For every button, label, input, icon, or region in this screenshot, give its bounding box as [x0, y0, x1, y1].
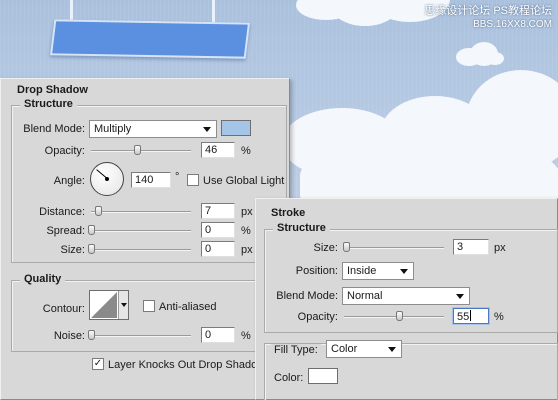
- stroke-opacity-slider-track: [344, 316, 444, 318]
- position-select[interactable]: Inside: [342, 262, 414, 280]
- chevron-down-icon[interactable]: [118, 291, 128, 319]
- position-label: Position:: [295, 265, 338, 277]
- spread-slider-thumb[interactable]: [88, 225, 95, 235]
- spread-label: Spread:: [46, 225, 85, 237]
- knockout-checkbox[interactable]: ✓: [92, 358, 104, 370]
- watermark-line-2: BBS.16XX8.COM: [473, 19, 552, 30]
- noise-slider[interactable]: [88, 330, 191, 342]
- fill-type-value: Color: [331, 343, 358, 355]
- distance-slider-track: [91, 211, 191, 213]
- stroke-size-slider[interactable]: [343, 242, 444, 254]
- shadow-color-swatch[interactable]: [221, 120, 251, 136]
- contour-label: Contour:: [42, 303, 85, 315]
- chevron-down-icon: [400, 269, 408, 274]
- chevron-down-icon: [388, 347, 396, 352]
- stroke-blend-mode-value: Normal: [347, 290, 383, 302]
- stroke-title: Stroke: [271, 207, 306, 219]
- stroke-structure-title: Structure: [273, 222, 330, 234]
- watermark-line-1: 思缘设计论坛 PS教程论坛: [424, 5, 552, 17]
- opacity-slider[interactable]: [91, 145, 191, 157]
- knockout-label[interactable]: Layer Knocks Out Drop Shadow: [108, 359, 265, 371]
- contour-picker[interactable]: [89, 290, 129, 320]
- distance-label: Distance:: [39, 206, 85, 218]
- stroke-opacity-field[interactable]: 55: [453, 308, 489, 324]
- stroke-blend-mode-select[interactable]: Normal: [342, 287, 470, 305]
- stroke-opacity-value: 55: [457, 311, 470, 323]
- anti-aliased-label[interactable]: Anti-aliased: [159, 301, 216, 313]
- angle-hub: [105, 177, 109, 181]
- use-global-light-checkbox[interactable]: [187, 174, 199, 186]
- stroke-blend-mode-label: Blend Mode:: [276, 290, 338, 302]
- opacity-unit: %: [241, 145, 251, 157]
- noise-label: Noise:: [53, 330, 85, 342]
- angle-dial[interactable]: [90, 162, 124, 196]
- chevron-down-icon: [203, 127, 211, 132]
- stroke-color-label: Color:: [274, 372, 304, 384]
- use-global-light-label[interactable]: Use Global Light: [203, 175, 284, 187]
- stroke-opacity-slider[interactable]: [344, 311, 444, 323]
- size-unit: px: [241, 244, 253, 256]
- stroke-size-slider-thumb[interactable]: [343, 242, 350, 252]
- contour-curve-icon: [91, 292, 117, 318]
- site-watermark: 思缘设计论坛 PS教程论坛 BBS.16XX8.COM: [424, 4, 552, 32]
- text-caret: [470, 310, 472, 321]
- size-label: Size:: [60, 244, 85, 256]
- opacity-slider-thumb[interactable]: [134, 145, 141, 155]
- opacity-slider-track: [91, 150, 191, 152]
- stroke-size-label: Size:: [313, 242, 338, 254]
- fill-type-select[interactable]: Color: [326, 340, 402, 358]
- stroke-opacity-unit: %: [494, 311, 504, 323]
- spread-unit: %: [241, 225, 251, 237]
- blend-mode-value: Multiply: [94, 123, 132, 135]
- spread-slider-track: [91, 230, 191, 232]
- distance-field[interactable]: 7: [201, 203, 235, 219]
- position-value: Inside: [347, 265, 377, 277]
- blend-mode-select[interactable]: Multiply: [89, 120, 217, 138]
- size-slider[interactable]: [88, 244, 191, 256]
- distance-slider-thumb[interactable]: [95, 206, 102, 216]
- quality-title: Quality: [20, 273, 66, 285]
- blend-mode-label: Blend Mode:: [23, 123, 85, 135]
- noise-unit: %: [241, 330, 251, 342]
- drop-shadow-structure-title: Structure: [20, 98, 77, 110]
- angle-field[interactable]: 140: [131, 172, 171, 188]
- distance-unit: px: [241, 206, 253, 218]
- opacity-field[interactable]: 46: [201, 142, 235, 158]
- spread-field[interactable]: 0: [201, 222, 235, 238]
- drop-shadow-title: Drop Shadow: [17, 84, 88, 96]
- noise-slider-track: [91, 335, 191, 337]
- size-slider-thumb[interactable]: [88, 244, 95, 254]
- noise-field[interactable]: 0: [201, 327, 235, 343]
- stroke-size-slider-track: [344, 247, 444, 249]
- size-field[interactable]: 0: [201, 241, 235, 257]
- opacity-label: Opacity:: [44, 145, 85, 157]
- spread-slider[interactable]: [88, 225, 191, 237]
- chevron-down-icon: [456, 294, 464, 299]
- size-slider-track: [91, 249, 191, 251]
- stroke-panel: Stroke Structure Size: 3 px Position: In…: [255, 198, 558, 400]
- stroke-size-field[interactable]: 3: [453, 239, 489, 255]
- drop-shadow-panel: Drop Shadow Structure Blend Mode: Multip…: [0, 78, 290, 400]
- stroke-color-swatch[interactable]: [308, 368, 338, 384]
- stroke-size-unit: px: [494, 242, 506, 254]
- noise-slider-thumb[interactable]: [88, 330, 95, 340]
- sky-banner: [49, 19, 251, 59]
- fill-type-label: Fill Type:: [271, 344, 321, 356]
- banner-pole-right: [212, 0, 215, 22]
- distance-slider[interactable]: [91, 206, 191, 218]
- stroke-opacity-label: Opacity:: [297, 311, 338, 323]
- stroke-opacity-slider-thumb[interactable]: [396, 311, 403, 321]
- anti-aliased-checkbox[interactable]: [143, 300, 155, 312]
- angle-label: Angle:: [53, 175, 85, 187]
- angle-unit: °: [175, 171, 180, 183]
